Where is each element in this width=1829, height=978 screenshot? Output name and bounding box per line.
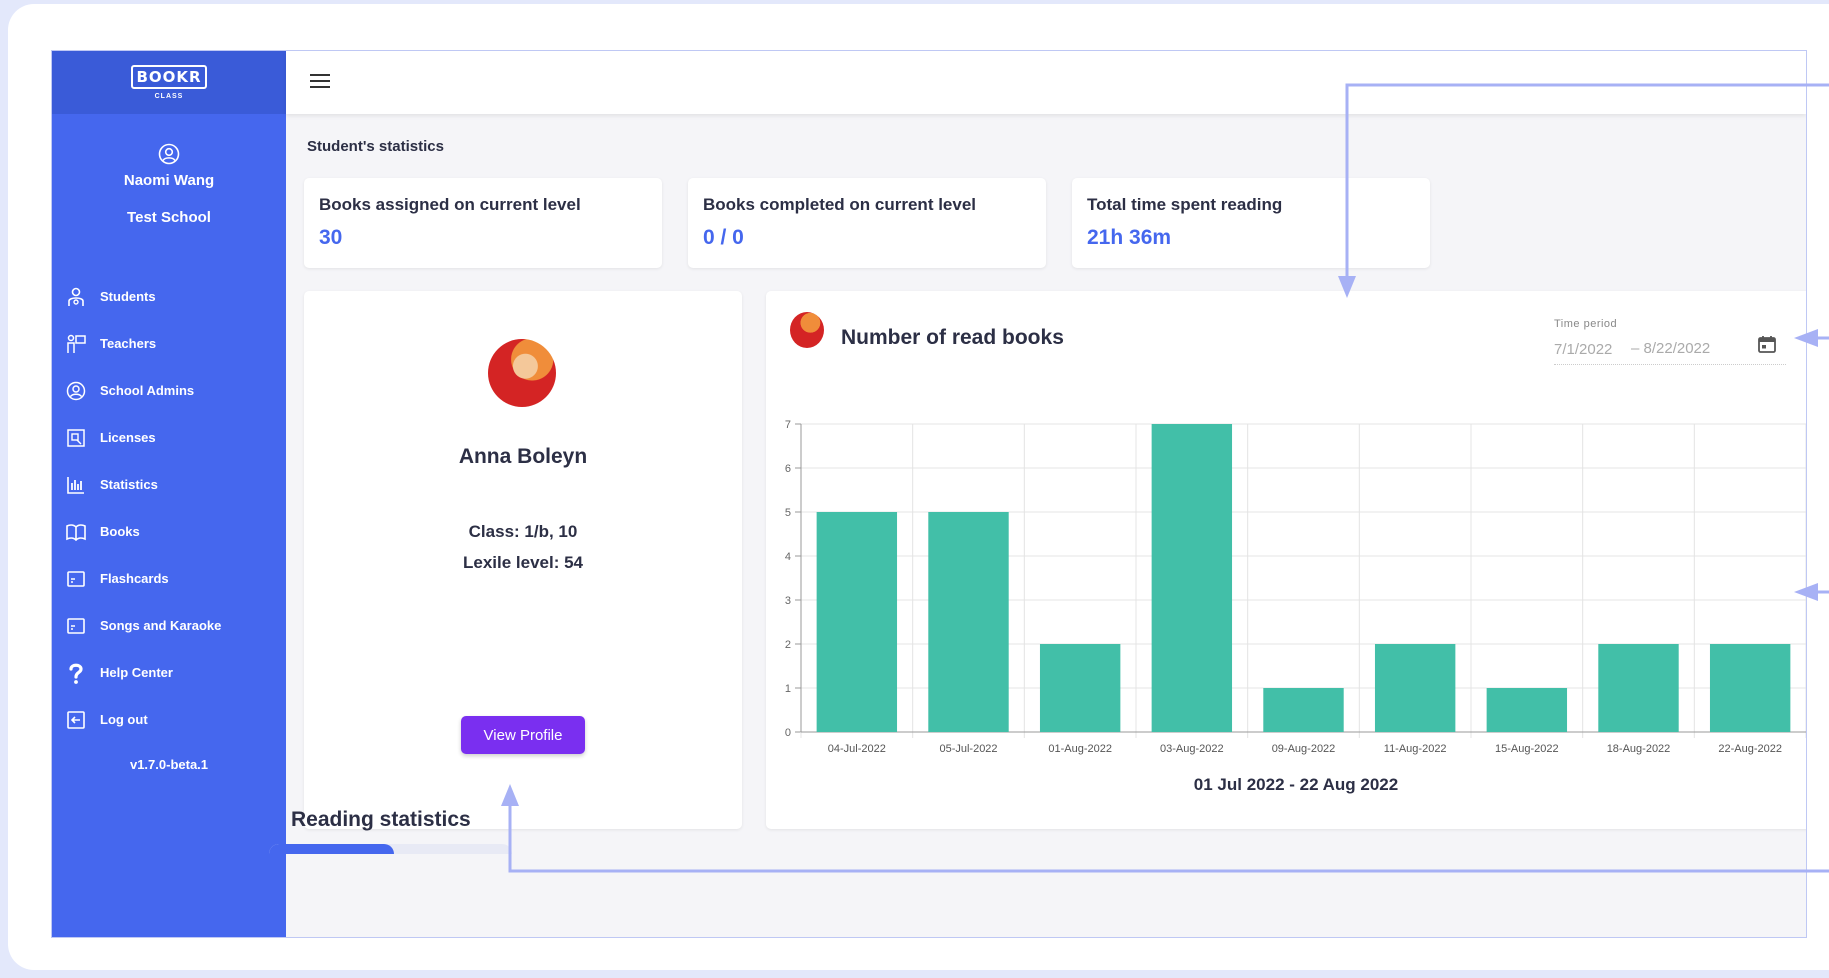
- arrow-to-view-profile: [508, 798, 1829, 873]
- arrowhead-left: [1794, 329, 1818, 347]
- annotation-arrows: [501, 83, 1829, 873]
- arrowhead-down: [1338, 276, 1356, 298]
- arrowhead-left: [1794, 583, 1818, 601]
- arrow-to-chart-title: [1345, 83, 1829, 285]
- arrowhead-up: [501, 784, 519, 806]
